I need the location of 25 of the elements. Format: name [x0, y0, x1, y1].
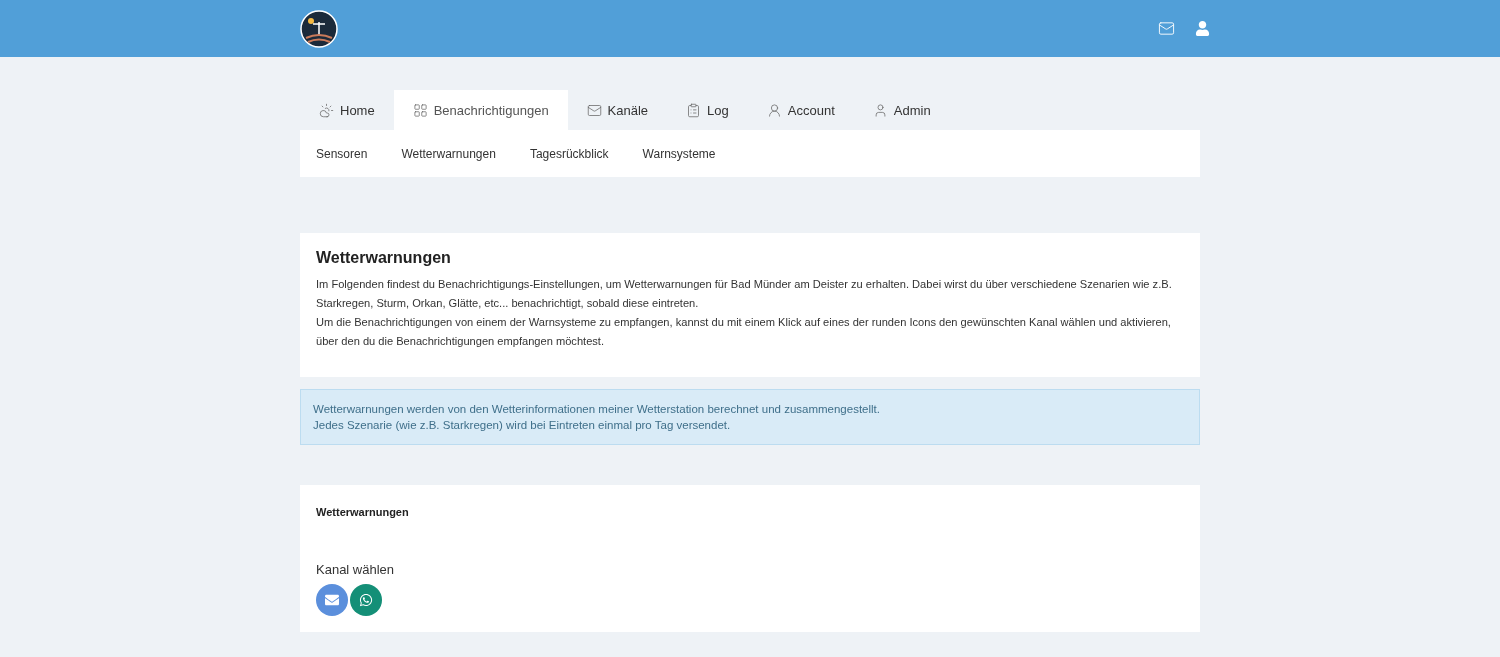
- envelope-icon: [325, 593, 339, 607]
- section-title: Wetterwarnungen: [316, 249, 452, 267]
- sub-nav-link[interactable]: Wetterwarnungen: [401, 146, 496, 161]
- clipboard-icon: [686, 102, 702, 118]
- mail-icon: [586, 102, 602, 118]
- intro-paragraph: Im Folgenden findest du Benachrichtigungs-Einstellungen, um Wetterwarnungen für Bad Münder am Deister zu erhalten. Dabei wirst du über verschiedene Szenarien wie z.B. Starkregen, Sturm, Orkan, Glätte, etc... benachrichtigt, sobald diese eintreten.: [316, 277, 1173, 311]
- grid-icon: [412, 102, 428, 118]
- cloud-sun-icon: [319, 102, 334, 118]
- alert-text: Jedes Szenarie (wie z.B. Starkregen) wird bei Eintreten einmal pro Tag versendet.: [313, 418, 732, 433]
- card-title: Wetterwarnungen: [316, 506, 410, 518]
- channel-label: Kanal wählen: [316, 562, 396, 577]
- nav-tab[interactable]: Benachrichtigungen: [393, 90, 568, 130]
- sub-nav-link[interactable]: Sensoren: [316, 146, 368, 161]
- intro-paragraph: Um die Benachrichtigungen von einem der Warnsysteme zu empfangen, kannst du mit einem Klick auf eines der runden Icons den gewünschten Kanal wählen und aktivieren, über den du die Benachrichtigungen empfangen möchtest.: [316, 315, 1172, 349]
- whatsapp-icon: [359, 593, 373, 607]
- sub-nav-link[interactable]: Warnsysteme: [642, 146, 716, 161]
- mail-icon[interactable]: [1158, 20, 1175, 37]
- sub-nav-link[interactable]: Tagesrückblick: [529, 146, 609, 161]
- email-channel-button[interactable]: [316, 584, 348, 616]
- user-icon[interactable]: [1195, 21, 1210, 36]
- user-icon: [766, 102, 782, 118]
- user-icon: [872, 102, 888, 118]
- alert-text: Wetterwarnungen werden von den Wetterinformationen meiner Wetterstation berechnet und zusammengestellt.: [313, 402, 881, 417]
- whatsapp-channel-button[interactable]: [350, 584, 382, 616]
- weather-station-logo[interactable]: [300, 9, 338, 48]
